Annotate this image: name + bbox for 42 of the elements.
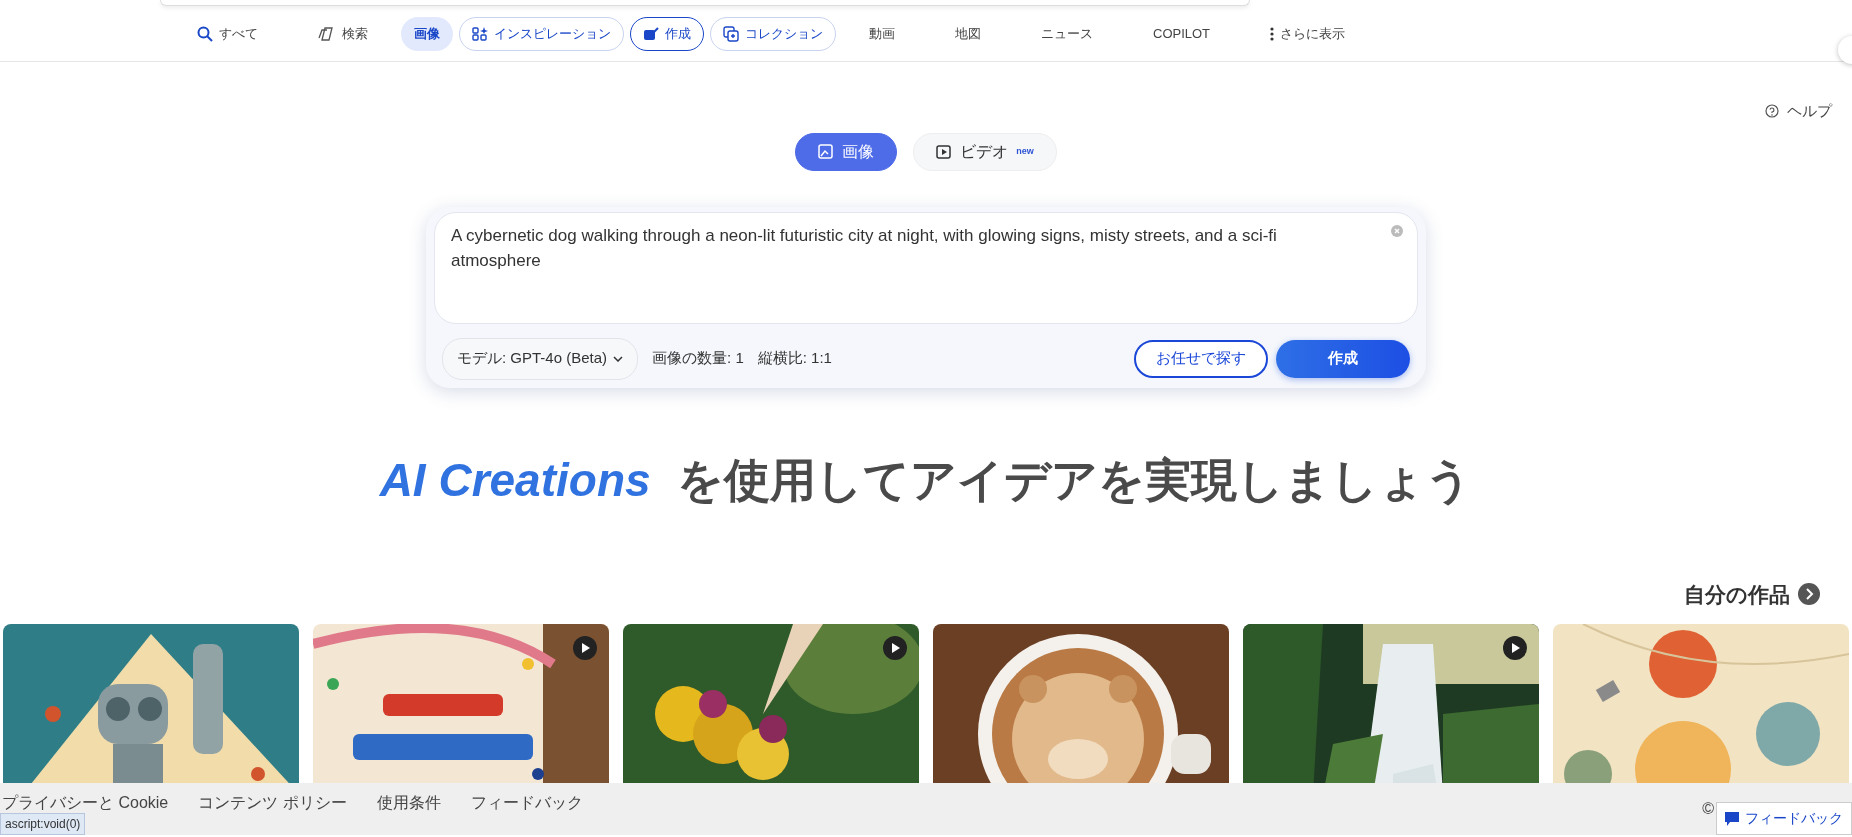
help-link[interactable]: ヘルプ	[1765, 100, 1832, 123]
model-dropdown[interactable]: モデル: GPT-4o (Beta)	[442, 337, 639, 380]
footer-link[interactable]: コンテンツ ポリシー	[198, 791, 347, 815]
arrow-circle-icon	[1798, 583, 1820, 606]
nav-tab[interactable]: さらに表示	[1257, 16, 1359, 51]
collection-icon	[723, 25, 739, 42]
video-icon	[936, 143, 953, 160]
nav-tab[interactable]: COPILOT	[1140, 16, 1224, 51]
brush-icon	[643, 25, 659, 42]
surprise-button[interactable]: お任せで探す	[1134, 339, 1268, 378]
more-icon	[1270, 26, 1275, 41]
chevron-down-icon	[613, 355, 624, 362]
nav-tab[interactable]: ニュース	[1028, 16, 1106, 51]
mode-tab[interactable]: 画像	[795, 132, 898, 171]
feedback-button[interactable]: フィードバック	[1716, 802, 1852, 835]
nav-tab[interactable]: 検索	[305, 16, 381, 51]
prompt-field[interactable]: A cybernetic dog walking through a neon-lit futuristic city at night, with glowing signs, misty streets, and a sci-fi atmosphere	[434, 211, 1418, 324]
mode-tab[interactable]: ビデオ new	[913, 132, 1057, 171]
search-icon	[197, 25, 213, 42]
chat-icon	[1725, 811, 1739, 826]
nav-tab[interactable]: 動画	[856, 16, 908, 51]
play-icon[interactable]	[1503, 636, 1527, 660]
new-label: new	[1016, 144, 1034, 158]
nav-tab[interactable]: 画像	[401, 16, 453, 51]
status-url: ascript:void(0)	[0, 813, 86, 835]
footer-link[interactable]: フィードバック	[470, 791, 583, 815]
image-icon	[818, 143, 835, 160]
play-icon[interactable]	[573, 636, 597, 660]
my-works-title[interactable]: 自分の作品	[1684, 578, 1790, 610]
play-icon[interactable]	[883, 636, 907, 660]
create-button[interactable]: 作成	[1276, 339, 1410, 378]
image-count-text: 画像の数量: 1	[652, 348, 744, 369]
nav-tab[interactable]: 地図	[942, 16, 994, 51]
copyright-text: ©	[1702, 799, 1714, 819]
headline: AI Creations を使用してアイデアを実現しましょう	[378, 452, 1474, 508]
footer-link[interactable]: 使用条件	[376, 791, 441, 815]
nav-tab[interactable]: すべて	[184, 16, 271, 51]
aspect-ratio-text: 縦横比: 1:1	[757, 348, 832, 369]
sparkle-grid-icon	[472, 25, 488, 42]
footer-link[interactable]: プライバシーと Cookie	[2, 791, 169, 815]
chat-logo-icon	[318, 25, 336, 42]
help-icon	[1765, 104, 1779, 119]
